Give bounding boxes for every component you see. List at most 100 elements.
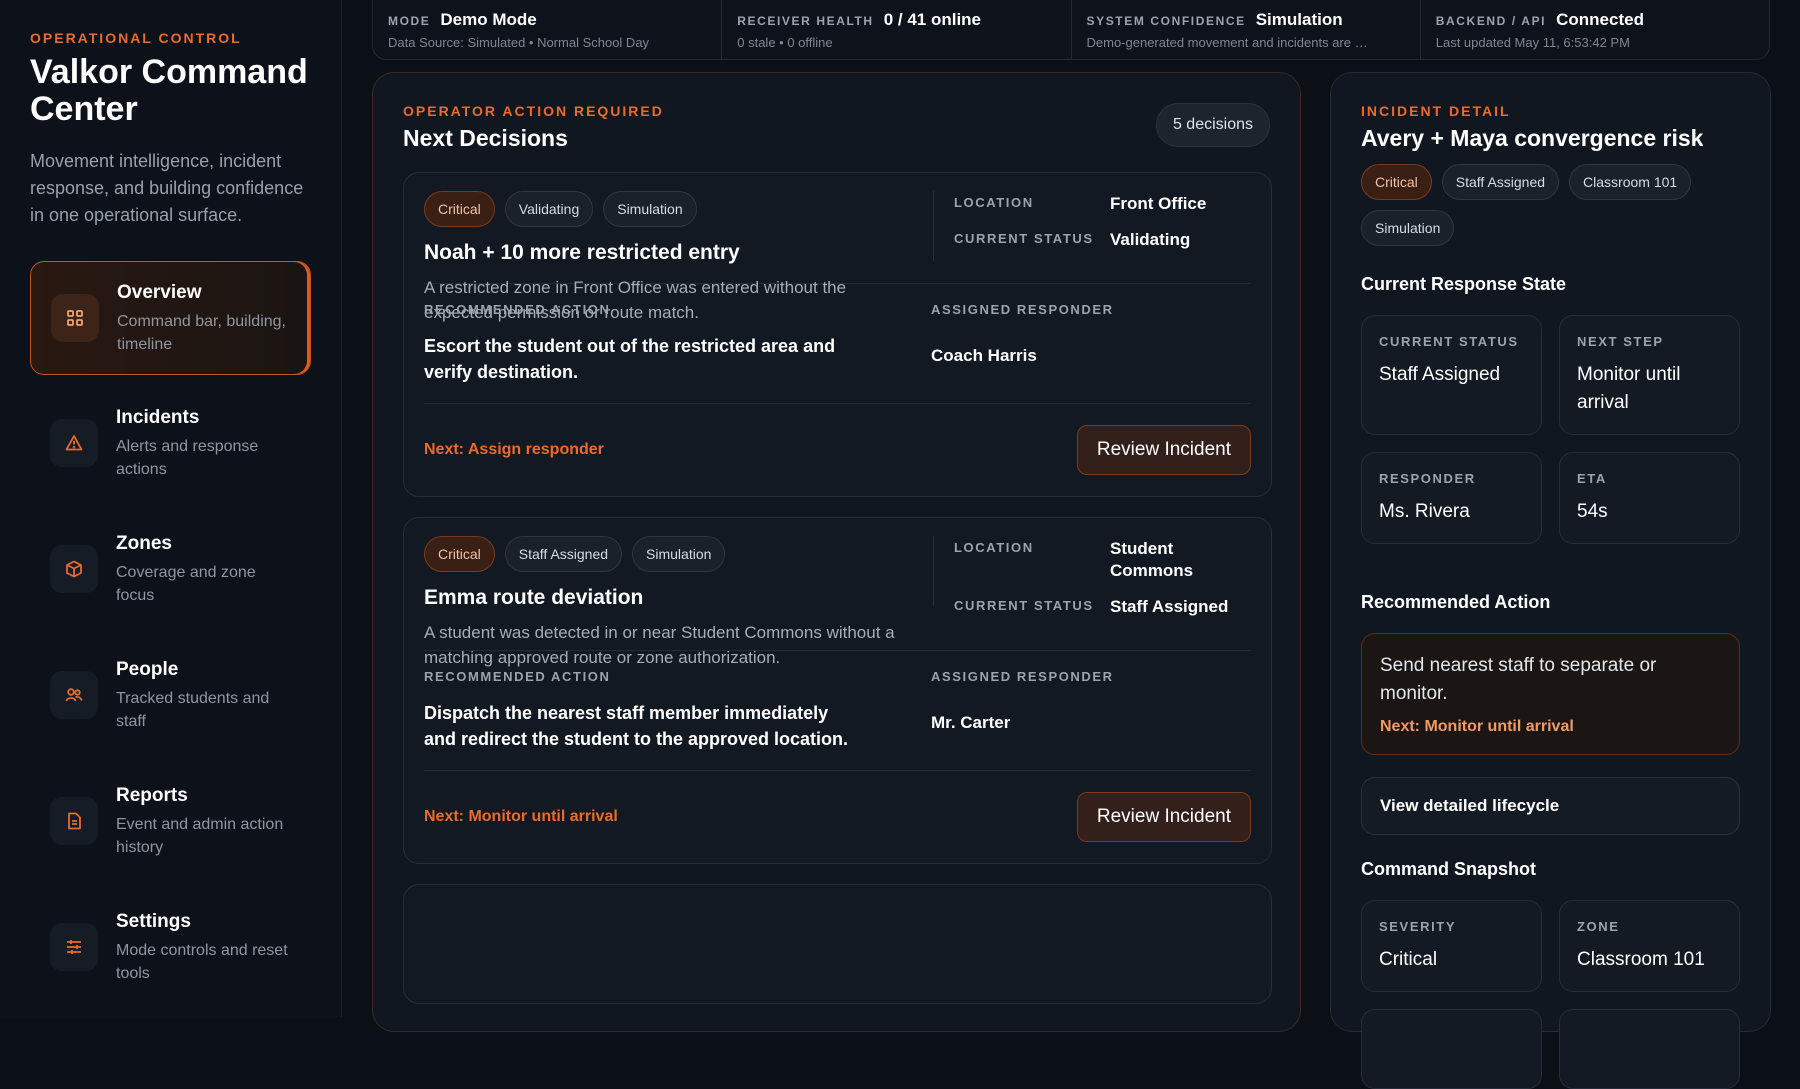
assigned-responder-label: ASSIGNED RESPONDER <box>931 669 1114 684</box>
sidebar-item-desc: Command bar, building, timeline <box>117 313 286 353</box>
box-value: Critical <box>1379 949 1438 970</box>
source-tag: Simulation <box>632 536 726 572</box>
assigned-responder: Coach Harris <box>931 346 1037 365</box>
box-label: CURRENT STATUS <box>1379 334 1519 349</box>
sidebar-item-overview[interactable]: Overview Command bar, building, timeline <box>30 261 311 375</box>
assigned-responder: Mr. Carter <box>931 713 1011 732</box>
recommended-action: Escort the student out of the restricted… <box>424 336 836 382</box>
eta-box: ETA 54s <box>1559 452 1740 544</box>
next-step-box: NEXT STEP Monitor until arrival <box>1559 315 1740 435</box>
status-mode: MODE Demo Mode Data Source: Simulated • … <box>373 0 723 59</box>
response-state-heading: Current Response State <box>1361 274 1567 294</box>
status-bar: MODE Demo Mode Data Source: Simulated • … <box>372 0 1770 60</box>
review-incident-button[interactable]: Review Incident <box>1076 425 1251 475</box>
current-status-value: Staff Assigned <box>1110 597 1229 616</box>
status-sub: Data Source: Simulated • Normal School D… <box>388 35 650 50</box>
review-incident-button[interactable]: Review Incident <box>1076 792 1251 842</box>
sidebar-item-label: Overview <box>117 282 202 303</box>
zone-box: ZONE Classroom 101 <box>1559 900 1740 992</box>
recommended-action: Dispatch the nearest staff member immedi… <box>424 703 849 749</box>
status-tag: Validating <box>504 191 594 227</box>
sidebar-item-zones[interactable]: Zones Coverage and zone focus <box>30 513 311 627</box>
panel-eyebrow: INCIDENT DETAIL <box>1361 103 1511 119</box>
box-label: ZONE <box>1577 919 1620 934</box>
sidebar-item-label: Reports <box>116 785 188 806</box>
current-status-label: CURRENT STATUS <box>954 231 1094 246</box>
view-lifecycle-button[interactable]: View detailed lifecycle <box>1361 777 1740 835</box>
cube-icon <box>50 545 98 593</box>
severity-tag: Critical <box>1361 164 1432 200</box>
sidebar-item-people[interactable]: People Tracked students and staff <box>30 639 311 753</box>
decision-card: Critical Validating Simulation Noah + 10… <box>403 172 1272 497</box>
recommended-action-label: RECOMMENDED ACTION <box>424 302 611 317</box>
sidebar-item-incidents[interactable]: Incidents Alerts and response actions <box>30 387 311 501</box>
status-system-confidence: SYSTEM CONFIDENCE Simulation Demo-genera… <box>1072 0 1421 59</box>
box-value: Monitor until arrival <box>1577 364 1681 413</box>
next-step-link[interactable]: Next: Assign responder <box>424 441 604 459</box>
incident-title: Noah + 10 more restricted entry <box>424 241 740 264</box>
sidebar-item-label: Incidents <box>116 407 200 428</box>
recommended-next-step: Next: Monitor until arrival <box>1380 718 1574 735</box>
status-sub: Last updated May 11, 6:53:42 PM <box>1435 35 1630 50</box>
sidebar-item-desc: Event and admin action history <box>116 816 284 856</box>
sidebar-item-settings[interactable]: Settings Mode controls and reset tools <box>30 891 311 1005</box>
sidebar-item-desc: Alerts and response actions <box>116 438 259 478</box>
snapshot-box <box>1361 1009 1542 1089</box>
next-step-link[interactable]: Next: Monitor until arrival <box>424 808 618 826</box>
box-value: Classroom 101 <box>1577 949 1705 970</box>
document-icon <box>50 797 98 845</box>
snapshot-box <box>1559 1009 1740 1089</box>
status-value: Connected <box>1556 10 1644 29</box>
location-label: LOCATION <box>954 195 1034 210</box>
grid-icon <box>51 294 99 342</box>
recommended-action-text: Send nearest staff to separate or monito… <box>1380 655 1657 704</box>
sidebar-item-desc: Tracked students and staff <box>116 690 270 730</box>
sidebar-item-label: Settings <box>116 911 191 932</box>
sliders-icon <box>50 923 98 971</box>
incident-detail-panel: INCIDENT DETAIL Avery + Maya convergence… <box>1330 72 1771 1089</box>
status-key: MODE <box>388 14 431 28</box>
box-label: ETA <box>1577 471 1607 486</box>
status-key: BACKEND / API <box>1435 14 1547 28</box>
box-value: Staff Assigned <box>1379 364 1501 385</box>
box-label: NEXT STEP <box>1577 334 1664 349</box>
sidebar-eyebrow: OPERATIONAL CONTROL <box>30 30 242 46</box>
box-label: SEVERITY <box>1379 919 1457 934</box>
responder-box: RESPONDER Ms. Rivera <box>1361 452 1542 544</box>
people-icon <box>50 671 98 719</box>
box-value: 54s <box>1577 501 1608 522</box>
box-label: RESPONDER <box>1379 471 1476 486</box>
severity-tag: Critical <box>424 191 495 227</box>
location-value: Front Office <box>1110 194 1207 213</box>
source-tag: Simulation <box>1361 210 1455 246</box>
status-value: Demo Mode <box>440 10 537 29</box>
severity-box: SEVERITY Critical <box>1361 900 1542 992</box>
incident-detail-title: Avery + Maya convergence risk <box>1361 125 1704 151</box>
status-key: SYSTEM CONFIDENCE <box>1086 14 1246 28</box>
warning-icon <box>50 419 98 467</box>
recommended-action-label: RECOMMENDED ACTION <box>424 669 611 684</box>
assigned-responder-label: ASSIGNED RESPONDER <box>931 302 1114 317</box>
command-snapshot-heading: Command Snapshot <box>1361 859 1537 879</box>
panel-eyebrow: OPERATOR ACTION REQUIRED <box>403 103 664 119</box>
location-value: Student Commons <box>1110 539 1194 580</box>
sidebar-item-label: Zones <box>116 533 172 554</box>
zone-tag: Classroom 101 <box>1569 164 1692 200</box>
recommended-action-box: Send nearest staff to separate or monito… <box>1361 633 1740 755</box>
status-sub: 0 stale • 0 offline <box>737 35 833 50</box>
status-value: Simulation <box>1255 10 1343 29</box>
sidebar-item-reports[interactable]: Reports Event and admin action history <box>30 765 311 879</box>
box-value: Ms. Rivera <box>1379 501 1470 522</box>
tag-list: Critical Validating Simulation <box>424 191 913 227</box>
source-tag: Simulation <box>603 191 697 227</box>
response-state-grid: CURRENT STATUS Staff Assigned NEXT STEP … <box>1361 315 1740 544</box>
sidebar-nav: Overview Command bar, building, timeline… <box>30 261 311 1005</box>
status-receiver-health: RECEIVER HEALTH 0 / 41 online 0 stale • … <box>722 0 1072 59</box>
incident-description: A student was detected in or near Studen… <box>424 623 895 667</box>
status-backend: BACKEND / API Connected Last updated May… <box>1421 0 1769 59</box>
panel-title: Next Decisions <box>403 125 568 151</box>
decision-card: Critical Staff Assigned Simulation Emma … <box>403 517 1272 864</box>
sidebar-item-label: People <box>116 659 179 680</box>
decisions-count-badge: 5 decisions <box>1155 103 1270 147</box>
tag-list: Critical Staff Assigned Simulation <box>424 536 913 572</box>
